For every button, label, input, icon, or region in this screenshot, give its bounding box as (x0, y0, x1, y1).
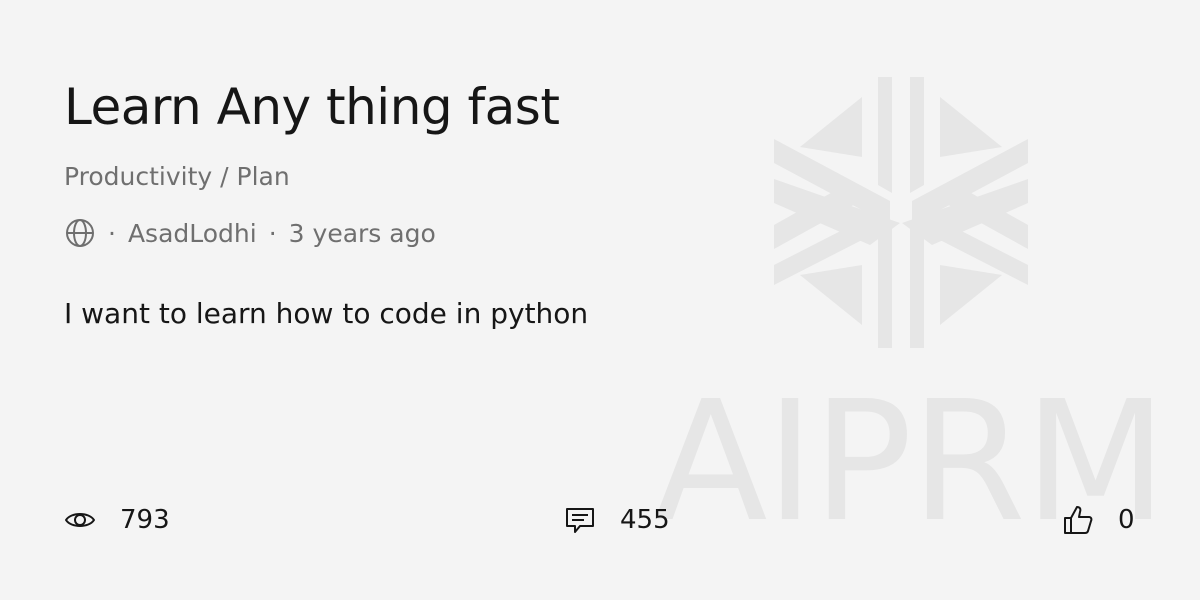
breadcrumb: Productivity / Plan (64, 162, 290, 191)
globe-icon (66, 219, 94, 247)
prompt-title: Learn Any thing fast (64, 78, 560, 136)
thumbs-up-icon[interactable] (1062, 504, 1094, 536)
meta-separator: · (268, 218, 277, 248)
views-stat: 793 (64, 502, 170, 538)
likes-count: 0 (1118, 505, 1135, 535)
views-count: 793 (120, 505, 170, 535)
time-ago: 3 years ago (288, 218, 436, 248)
likes-stat[interactable]: 0 (1062, 502, 1135, 538)
aiprm-logo-watermark (774, 77, 1028, 348)
author-name[interactable]: AsadLodhi (128, 219, 257, 248)
comment-icon (566, 508, 594, 533)
comments-stat: 455 (564, 502, 670, 538)
prompt-description: I want to learn how to code in python (64, 297, 589, 330)
prompt-meta: · AsadLodhi · 3 years ago (64, 215, 436, 251)
comments-count: 455 (620, 505, 670, 535)
meta-separator: · (108, 218, 116, 248)
prompt-card: AIPRM Learn Any thing fast Productivity … (0, 0, 1200, 600)
eye-icon (65, 513, 95, 527)
